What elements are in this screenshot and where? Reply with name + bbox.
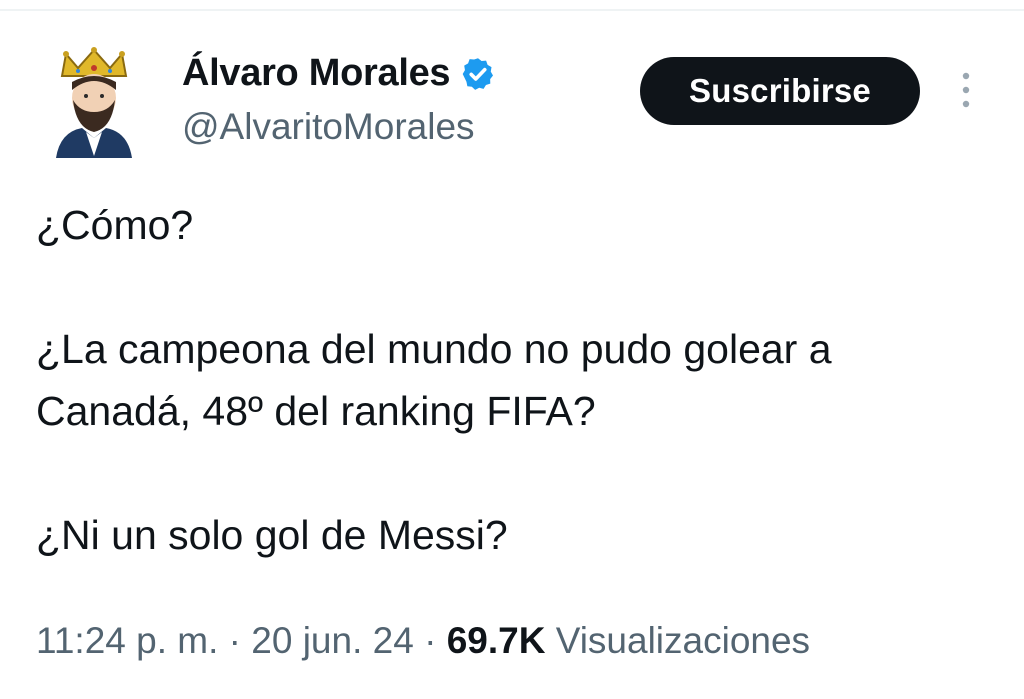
tweet-paragraph: ¿La campeona del mundo no pudo golear a …: [36, 326, 832, 434]
tweet-meta: 11:24 p. m. · 20 jun. 24 · 69.7K Visuali…: [36, 620, 810, 662]
views-count[interactable]: 69.7K: [447, 620, 546, 661]
top-divider: [0, 9, 1024, 11]
tweet-detail: Álvaro Morales @AlvaritoMorales Suscribi…: [0, 0, 1024, 699]
author-name-text: Álvaro Morales: [182, 52, 451, 94]
author-display-name[interactable]: Álvaro Morales: [182, 52, 496, 95]
tweet-time[interactable]: 11:24 p. m.: [36, 620, 218, 661]
avatar-illustration-icon: [56, 47, 132, 158]
tweet-date[interactable]: 20 jun. 24: [251, 620, 414, 661]
verified-badge-icon: [460, 56, 496, 92]
author-avatar[interactable]: [48, 46, 140, 158]
meta-separator: ·: [228, 620, 241, 661]
more-options-icon[interactable]: [954, 70, 978, 110]
tweet-body: ¿Cómo? ¿La campeona del mundo no pudo go…: [36, 194, 996, 566]
meta-separator: ·: [424, 620, 437, 661]
views-label: Visualizaciones: [555, 620, 811, 661]
author-handle[interactable]: @AlvaritoMorales: [182, 106, 475, 148]
tweet-paragraph: ¿Ni un solo gol de Messi?: [36, 512, 508, 558]
subscribe-button[interactable]: Suscribirse: [640, 57, 920, 125]
tweet-paragraph: ¿Cómo?: [36, 202, 194, 248]
